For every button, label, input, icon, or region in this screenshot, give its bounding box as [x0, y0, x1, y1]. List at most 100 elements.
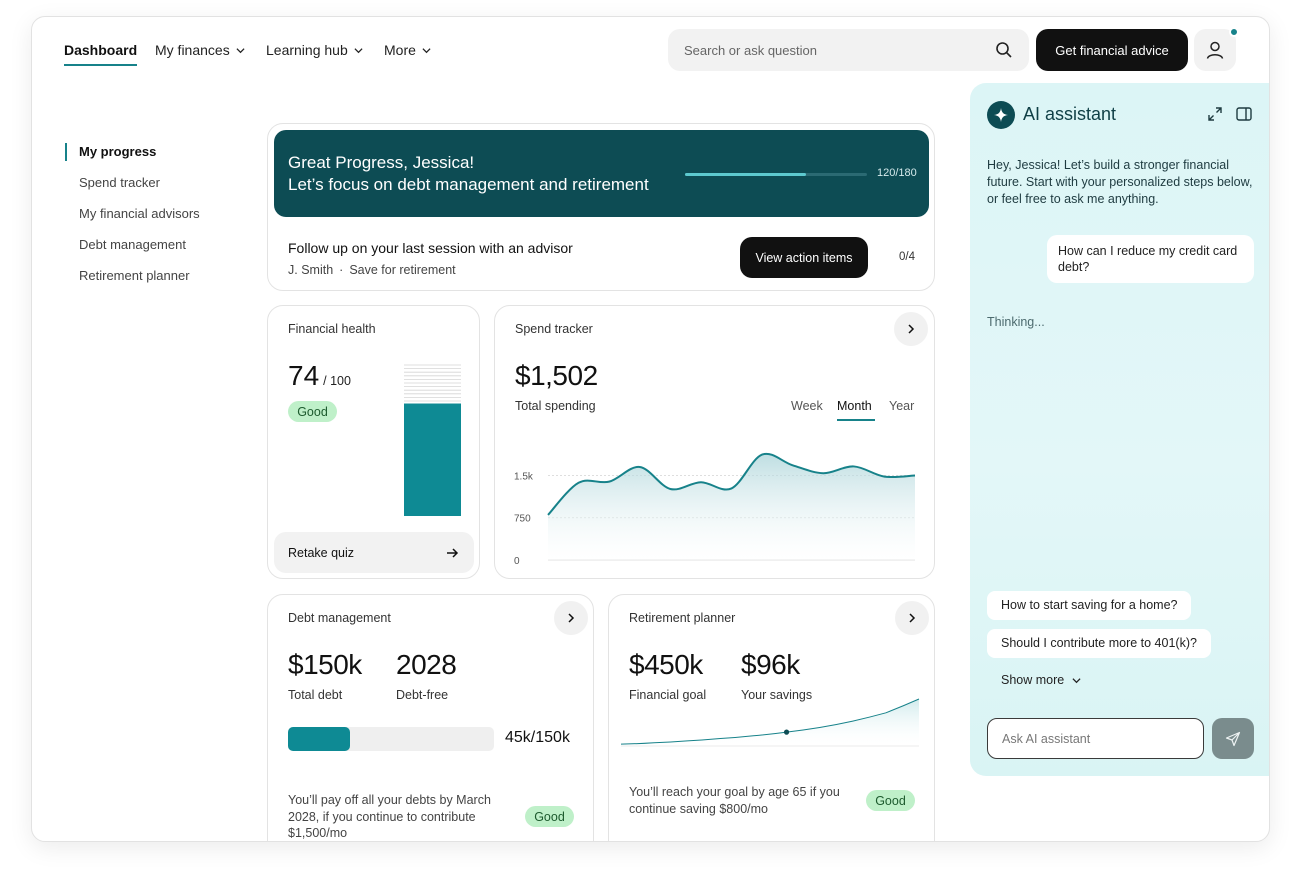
nav-more-label: More [384, 42, 416, 58]
notification-dot [1229, 27, 1239, 37]
sidebar-item-debt-management[interactable]: Debt management [65, 234, 245, 265]
sidebar-item-my-progress[interactable]: My progress [65, 141, 245, 172]
sidebar-item-financial-advisors[interactable]: My financial advisors [65, 203, 245, 234]
chevron-right-icon [568, 613, 575, 623]
get-financial-advice-button[interactable]: Get financial advice [1036, 29, 1188, 71]
ai-assistant-panel: AI assistant Hey, Jessica! Let’s build a… [970, 83, 1269, 776]
tab-week[interactable]: Week [791, 399, 823, 413]
send-button[interactable] [1212, 718, 1254, 759]
nav-my-finances-label: My finances [155, 42, 230, 58]
spend-tracker-title: Spend tracker [515, 322, 593, 336]
tab-year[interactable]: Year [889, 399, 914, 413]
ai-chat-input[interactable] [987, 718, 1204, 759]
chevron-down-icon [1072, 677, 1081, 683]
retake-quiz-label: Retake quiz [288, 545, 355, 560]
debt-progress-fill [288, 727, 350, 751]
search-bar [668, 29, 1029, 71]
show-more-button[interactable]: Show more [1001, 673, 1081, 687]
progress-bar-fill [685, 173, 807, 176]
health-score: 74 [288, 360, 320, 391]
debt-free-label: Debt-free [396, 688, 449, 702]
retirement-current-marker [783, 729, 790, 735]
nav-dashboard[interactable]: Dashboard [64, 42, 138, 66]
progress-greeting: Great Progress, Jessica! [288, 153, 475, 172]
debt-free-year: 2028 [396, 649, 457, 680]
sidebar-item-retirement-planner[interactable]: Retirement planner [65, 265, 245, 296]
nav-more[interactable]: More [384, 42, 431, 58]
debt-total-amount: $150k [288, 649, 362, 680]
retake-quiz-button[interactable]: Retake quiz [274, 532, 474, 573]
health-bar-empty-lines [404, 364, 461, 402]
retirement-growth-chart [621, 698, 920, 747]
progress-focus: Let’s focus on debt management and retir… [288, 175, 649, 194]
retirement-status-badge: Good [866, 790, 915, 811]
debt-progress-bar [288, 727, 494, 751]
ai-sparkle-icon [987, 101, 1015, 129]
health-bar-fill [404, 403, 461, 516]
spend-y-tick-label: 0 [514, 556, 520, 566]
profile-button[interactable] [1194, 27, 1239, 71]
nav-learning-hub-label: Learning hub [266, 42, 348, 58]
ai-assistant-title: AI assistant [1023, 104, 1117, 124]
tab-month-underline [837, 419, 875, 421]
spend-total-label: Total spending [515, 399, 596, 413]
progress-bar [685, 173, 867, 176]
view-action-items-button[interactable]: View action items [740, 237, 868, 278]
spend-tracker-open-button[interactable] [894, 312, 928, 346]
debt-management-open-button[interactable] [554, 601, 588, 635]
chevron-right-icon [908, 324, 915, 334]
progress-card: Great Progress, Jessica! Let’s focus on … [267, 123, 935, 291]
followup-advisor: J. Smith [288, 263, 334, 277]
retirement-savings-amount: $96k [741, 649, 800, 680]
nav-learning-hub[interactable]: Learning hub [266, 42, 363, 58]
debt-management-card: Debt management $150k Total debt 2028 De… [267, 594, 594, 841]
spend-chart: 1.5k 750 0 [514, 452, 916, 566]
financial-health-title: Financial health [288, 322, 376, 336]
top-nav: Dashboard My finances Learning hub More … [32, 17, 1269, 85]
debt-note: You’ll pay off all your debts by March 2… [288, 793, 491, 840]
sidebar: My progress Spend tracker My financial a… [65, 141, 245, 296]
followup-topic: Save for retirement [349, 263, 456, 277]
search-input[interactable] [684, 42, 995, 58]
spend-tracker-card: Spend tracker $1,502 Total spending Week… [494, 305, 935, 579]
ai-thinking-status: Thinking... [987, 315, 1045, 329]
nav-my-finances[interactable]: My finances [155, 42, 245, 58]
retirement-note: You’ll reach your goal by age 65 if you … [629, 785, 840, 816]
chevron-right-icon [909, 613, 916, 623]
sidebar-item-spend-tracker[interactable]: Spend tracker [65, 172, 245, 203]
health-score-bar [404, 364, 461, 516]
financial-health-card: Financial health 74 / 100 Good Retake qu… [267, 305, 480, 579]
chevron-down-icon [422, 47, 431, 53]
debt-total-label: Total debt [288, 688, 343, 702]
app-window: Dashboard My finances Learning hub More … [31, 16, 1270, 842]
sidebar-toggle-icon[interactable] [1235, 105, 1253, 123]
expand-icon[interactable] [1206, 105, 1224, 123]
suggestion-chip-401k[interactable]: Should I contribute more to 401(k)? [987, 629, 1211, 658]
send-icon [1225, 731, 1241, 746]
spend-total-amount: $1,502 [515, 360, 598, 391]
debt-management-title: Debt management [288, 611, 391, 625]
chevron-down-icon [236, 47, 245, 53]
health-score-row: 74 / 100 [288, 360, 351, 392]
suggestion-chip-home[interactable]: How to start saving for a home? [987, 591, 1192, 620]
debt-progress-label: 45k/150k [505, 729, 570, 746]
separator-dot: · [339, 263, 344, 277]
action-count: 0/4 [899, 251, 915, 263]
retirement-planner-open-button[interactable] [895, 601, 929, 635]
retirement-area-fill [621, 699, 919, 745]
user-icon [1206, 41, 1224, 59]
tab-month[interactable]: Month [837, 399, 872, 413]
spend-area-fill [548, 453, 915, 560]
followup-title: Follow up on your last session with an a… [288, 240, 573, 256]
show-more-label: Show more [1001, 673, 1065, 687]
spend-y-tick-label: 750 [514, 514, 531, 525]
search-icon[interactable] [995, 41, 1013, 59]
retirement-planner-card: Retirement planner $450k Financial goal … [608, 594, 935, 841]
debt-status-badge: Good [525, 806, 574, 827]
progress-banner: Great Progress, Jessica! Let’s focus on … [274, 130, 929, 217]
progress-count: 120/180 [877, 167, 917, 179]
chevron-down-icon [354, 47, 363, 53]
nav-dashboard-label: Dashboard [64, 42, 138, 58]
health-status-badge: Good [288, 401, 337, 422]
spend-y-tick-label: 1.5k [514, 471, 534, 482]
